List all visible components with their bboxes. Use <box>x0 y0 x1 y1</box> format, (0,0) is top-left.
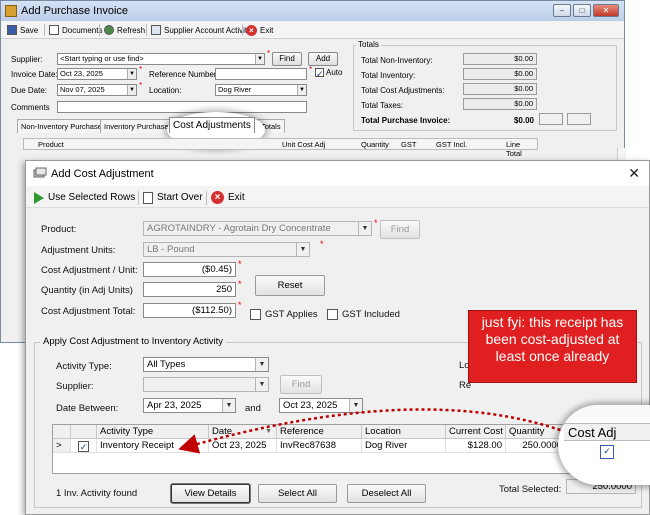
annotation-arrow <box>178 408 567 454</box>
cost-adj-column-header[interactable]: Cost Adj <box>564 423 650 441</box>
cost-adj-magnifier: P Cost Adj <box>558 405 650 485</box>
cost-adj-checkbox-box[interactable] <box>600 445 614 459</box>
annotation-note: just fyi: this receipt has been cost-adj… <box>468 310 637 383</box>
dotted-arrow-path <box>178 408 567 454</box>
p-header-fragment: P <box>566 409 573 420</box>
cost-adj-checkbox[interactable] <box>600 445 614 459</box>
